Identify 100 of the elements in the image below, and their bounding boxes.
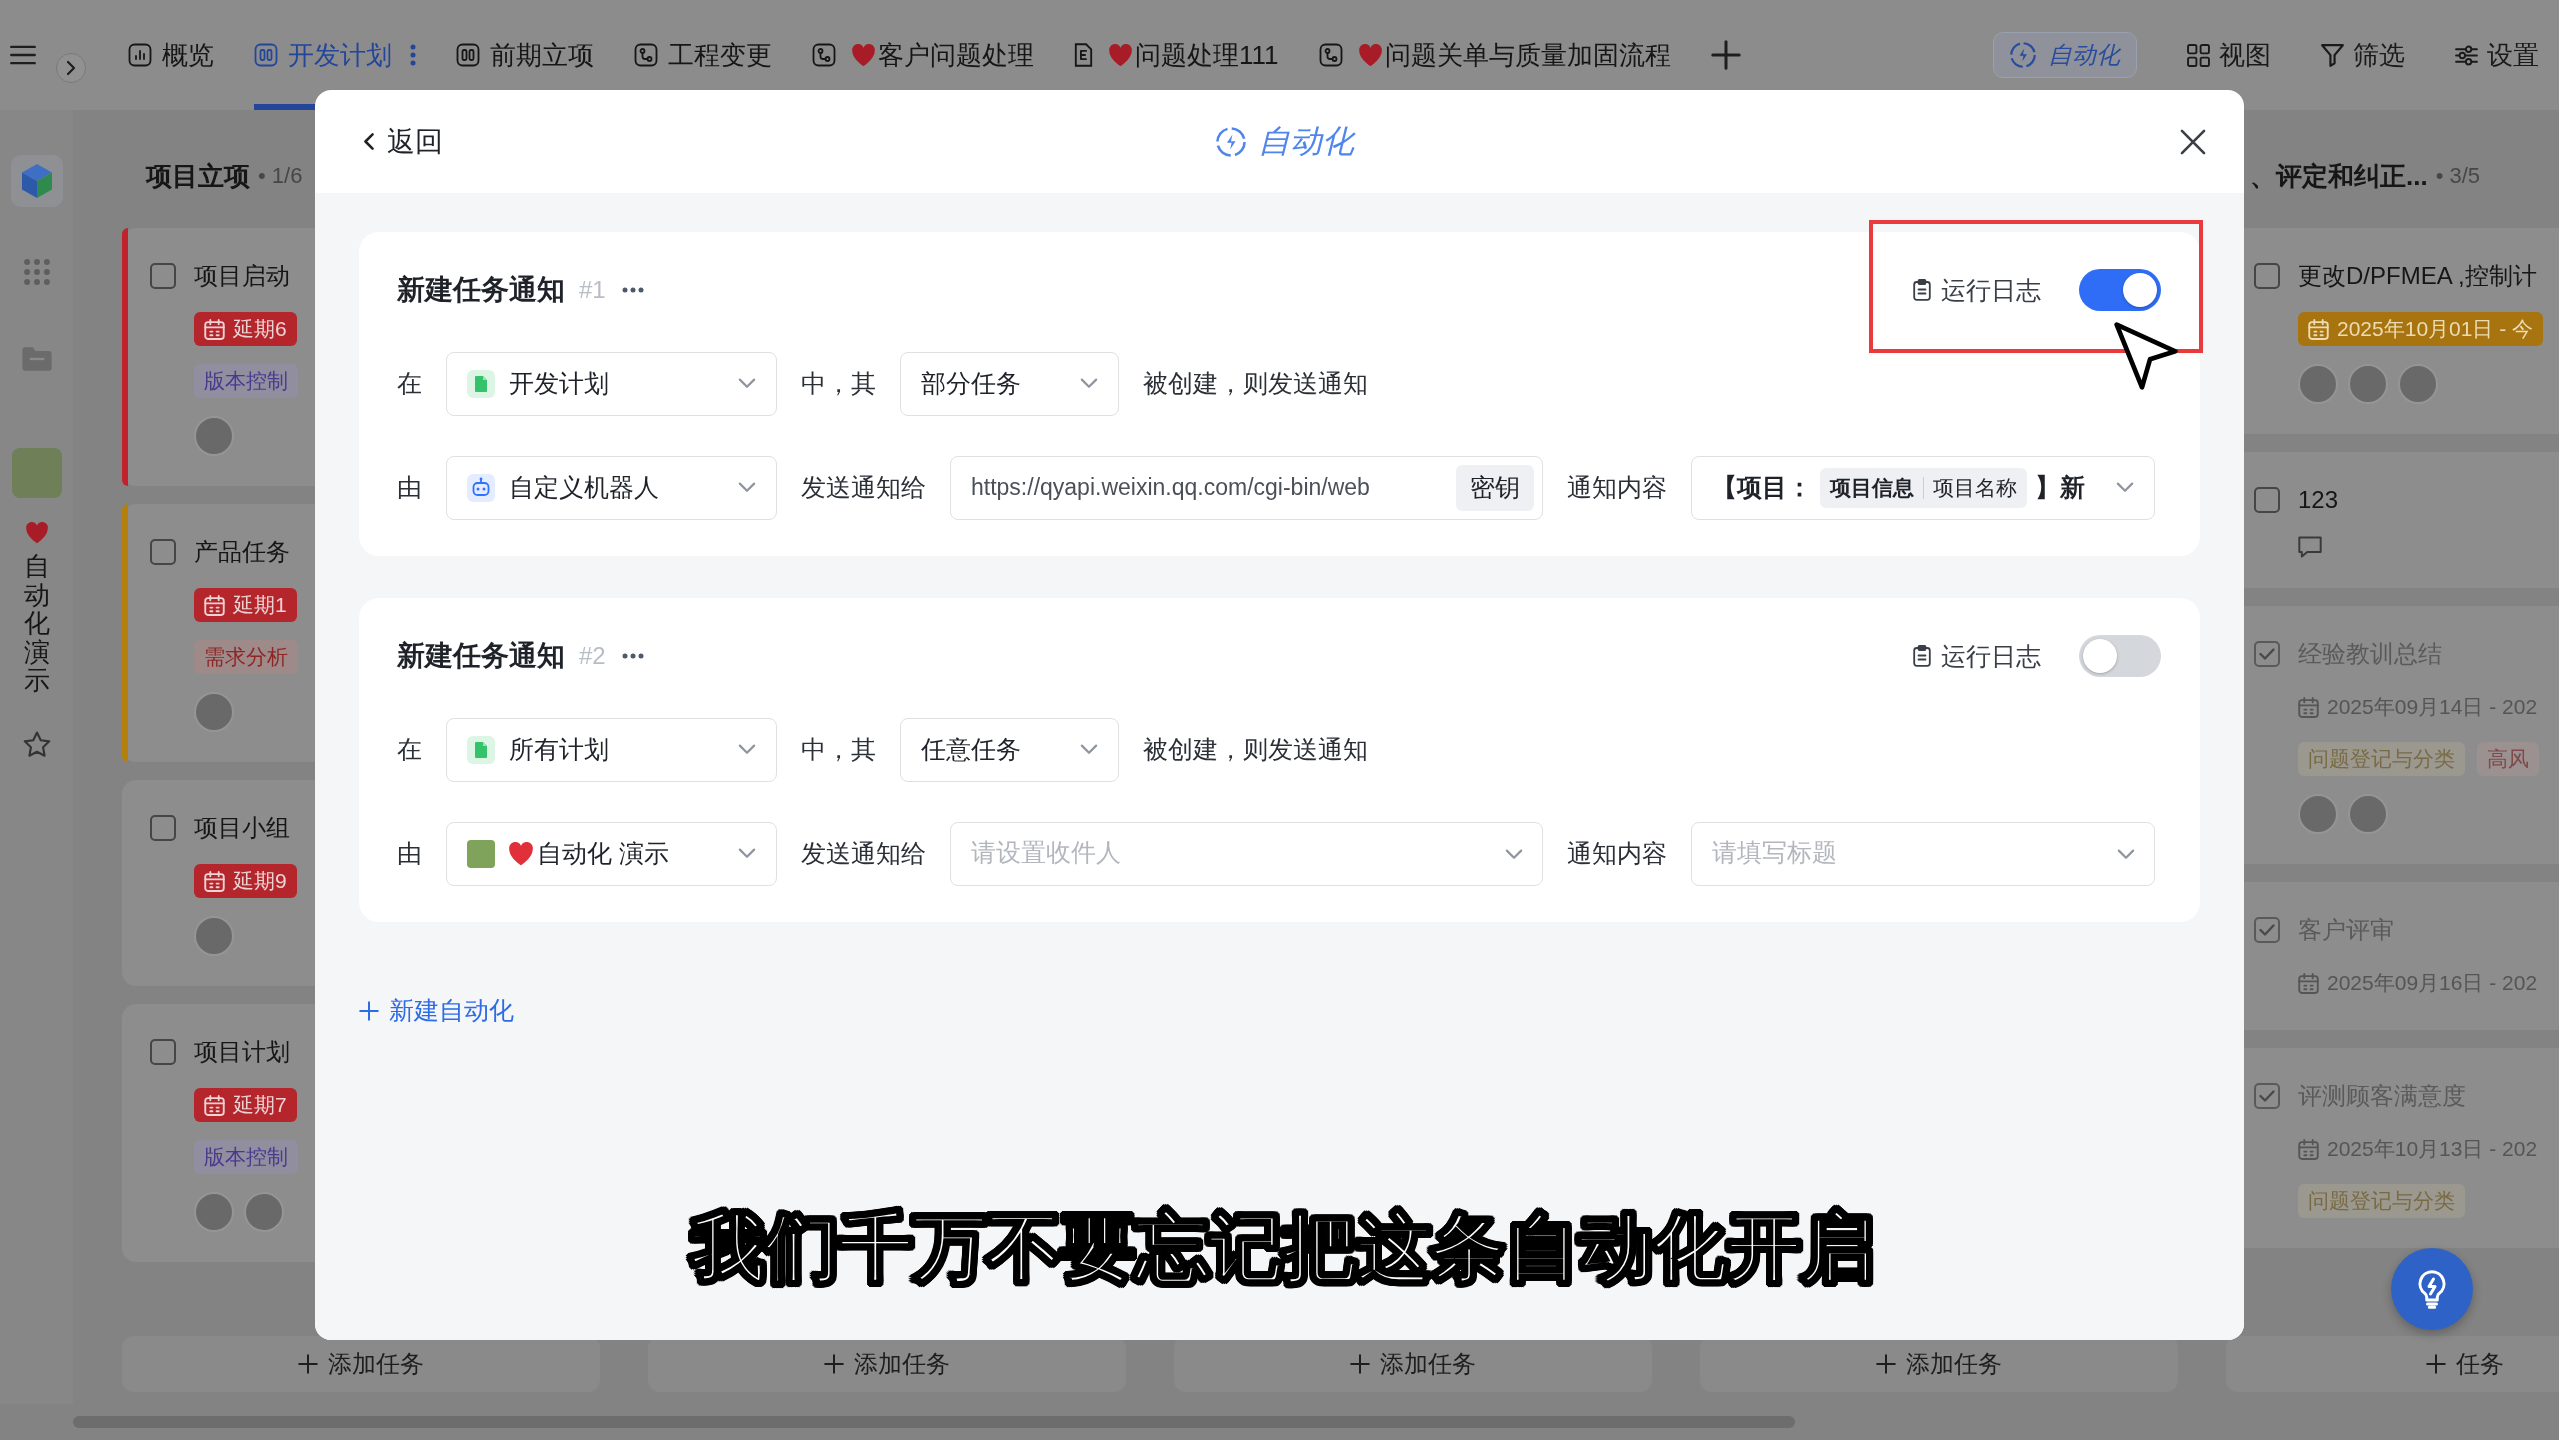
checkbox[interactable] bbox=[2254, 641, 2280, 667]
checkbox[interactable] bbox=[2254, 1083, 2280, 1109]
tag: 高风 bbox=[2477, 742, 2539, 776]
check-icon bbox=[2259, 924, 2275, 936]
tab[interactable]: 问题处理111 bbox=[1074, 0, 1279, 110]
checkbox[interactable] bbox=[150, 263, 176, 289]
avatar bbox=[244, 1192, 284, 1232]
calendar-icon bbox=[2298, 1138, 2319, 1160]
chart-icon bbox=[128, 43, 152, 67]
column-count: • 1/6 bbox=[258, 163, 303, 189]
tag: 问题登记与分类 bbox=[2298, 742, 2465, 776]
sender-select[interactable]: 自定义机器人 bbox=[446, 455, 777, 520]
date-text: 延期6 bbox=[233, 316, 287, 342]
dots-grid-icon bbox=[23, 259, 50, 285]
avatar bbox=[2398, 364, 2438, 404]
chevron-down-icon bbox=[738, 378, 756, 389]
page-tile-icon bbox=[467, 735, 495, 764]
board-icon bbox=[254, 43, 278, 67]
sender-select[interactable]: 自动化 演示 bbox=[446, 821, 777, 886]
flow-icon bbox=[1318, 43, 1343, 67]
avatar bbox=[2298, 364, 2338, 404]
menu-button[interactable] bbox=[10, 45, 36, 65]
sliders-icon bbox=[2455, 44, 2478, 66]
recipient-select[interactable]: 请设置收件人 bbox=[950, 821, 1543, 886]
toolbar-button[interactable]: 视图 bbox=[2187, 32, 2271, 78]
row-label: 中，其 bbox=[801, 368, 876, 399]
scope-select[interactable]: 部分任务 bbox=[900, 351, 1119, 416]
key-button[interactable]: 密钥 bbox=[1456, 464, 1534, 511]
checkbox[interactable] bbox=[2254, 263, 2280, 289]
toggle-switch[interactable] bbox=[2079, 635, 2161, 677]
expand-button[interactable] bbox=[56, 53, 86, 83]
run-log-button[interactable]: 运行日志 bbox=[1913, 639, 2041, 673]
checkbox[interactable] bbox=[2254, 917, 2280, 943]
chevron-left-icon bbox=[363, 132, 375, 151]
dialog-title: 自动化 bbox=[1257, 121, 1354, 161]
checkbox[interactable] bbox=[2254, 487, 2280, 513]
more-button[interactable] bbox=[621, 653, 644, 659]
task-title: 项目启动 bbox=[194, 261, 290, 291]
add-task-button[interactable]: 添加任务 bbox=[122, 1336, 600, 1392]
tab[interactable]: 工程变更 bbox=[634, 0, 772, 110]
tag: 问题登记与分类 bbox=[2298, 1184, 2465, 1218]
date-text: 延期7 bbox=[233, 1092, 287, 1118]
task-title: 产品任务 bbox=[194, 537, 290, 567]
cursor-icon bbox=[2114, 322, 2178, 390]
toggle-switch[interactable] bbox=[2079, 269, 2161, 311]
apps-button[interactable] bbox=[23, 259, 50, 285]
scope-select[interactable]: 任意任务 bbox=[900, 717, 1119, 782]
tab[interactable]: 客户问题处理 bbox=[812, 0, 1034, 110]
plus-icon bbox=[824, 1354, 844, 1374]
star-button[interactable] bbox=[22, 730, 51, 758]
chevron-down-icon bbox=[1080, 744, 1098, 755]
more-icon bbox=[621, 653, 644, 659]
task-title: 更改D/PFMEA ,控制计 bbox=[2298, 261, 2537, 291]
add-tab-button[interactable] bbox=[1710, 40, 1741, 70]
plus-icon bbox=[1350, 1354, 1370, 1374]
close-button[interactable] bbox=[2180, 128, 2206, 155]
cube-icon bbox=[10, 155, 63, 207]
page-tile-icon bbox=[467, 369, 495, 398]
run-log-button[interactable]: 运行日志 bbox=[1913, 273, 2041, 307]
chevron-down-icon bbox=[738, 848, 756, 859]
new-automation-link[interactable]: 新建自动化 bbox=[359, 994, 514, 1027]
avatar bbox=[2298, 794, 2338, 834]
date-text: 2025年09月14日 - 202 bbox=[2327, 694, 2538, 720]
checkbox[interactable] bbox=[150, 539, 176, 565]
row-label: 中，其 bbox=[801, 734, 876, 765]
subtitle-caption: 我们千万不要忘记把这条自动化开启 bbox=[691, 1205, 1875, 1291]
tab[interactable]: 概览 bbox=[128, 0, 214, 110]
automation-number: #1 bbox=[579, 276, 606, 304]
row-label: 被创建，则发送通知 bbox=[1143, 368, 1368, 399]
checkbox[interactable] bbox=[150, 815, 176, 841]
toolbar-button[interactable]: 设置 bbox=[2455, 32, 2539, 78]
chevron-down-icon bbox=[738, 482, 756, 493]
tab[interactable]: 问题关单与质量加固流程 bbox=[1318, 0, 1671, 110]
checkbox[interactable] bbox=[150, 1039, 176, 1065]
add-task-button[interactable]: 任务 bbox=[2226, 1336, 2559, 1392]
task-title: 项目小组 bbox=[194, 813, 290, 843]
folder-button[interactable] bbox=[21, 347, 52, 371]
more-icon bbox=[621, 287, 644, 293]
date-text: 延期1 bbox=[233, 592, 287, 618]
content-select[interactable]: 请填写标题 bbox=[1691, 821, 2155, 886]
more-icon bbox=[410, 44, 416, 66]
plan-select[interactable]: 所有计划 bbox=[446, 717, 777, 782]
plus-icon bbox=[298, 1354, 318, 1374]
tab[interactable]: 前期立项 bbox=[456, 0, 594, 110]
menu-icon bbox=[10, 45, 36, 65]
logo-button[interactable] bbox=[10, 155, 63, 207]
tag: 需求分析 bbox=[194, 640, 298, 674]
automation-number: #2 bbox=[579, 642, 606, 670]
content-select[interactable]: 【项目： 项目信息 项目名称 】新 bbox=[1691, 455, 2155, 520]
project-name[interactable]: 自动化演示 bbox=[23, 552, 50, 695]
plan-select[interactable]: 开发计划 bbox=[446, 351, 777, 416]
more-button[interactable] bbox=[621, 287, 644, 293]
close-icon bbox=[2180, 128, 2206, 155]
toolbar-button[interactable]: 筛选 bbox=[2321, 32, 2405, 78]
date-text: 2025年09月16日 - 202 bbox=[2327, 970, 2538, 996]
avatar bbox=[194, 1192, 234, 1232]
task-title: 123 bbox=[2298, 485, 2339, 515]
avatar bbox=[2348, 364, 2388, 404]
back-button[interactable]: 返回 bbox=[363, 122, 443, 161]
document-icon bbox=[1074, 43, 1093, 67]
